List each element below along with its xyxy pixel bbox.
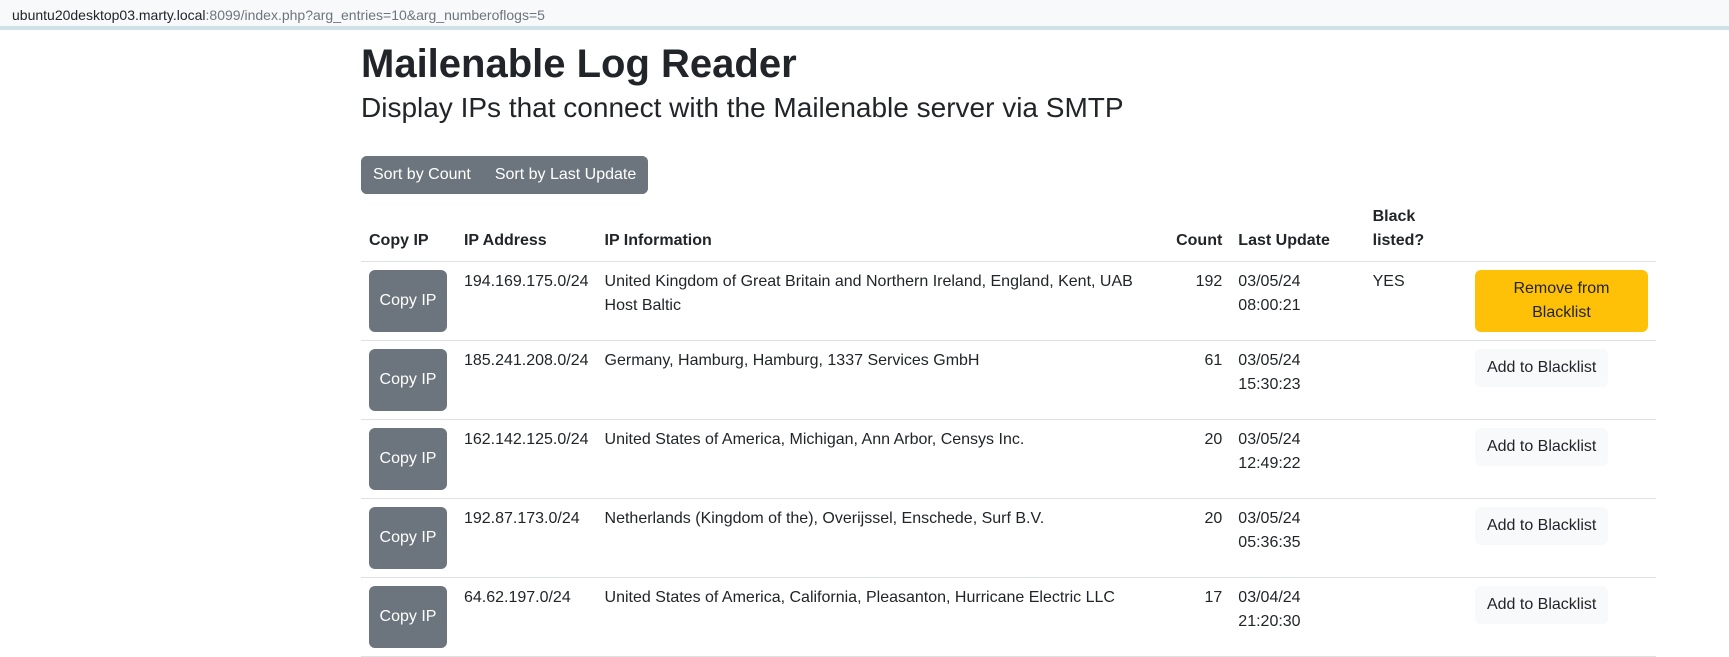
address-bar[interactable]: ubuntu20desktop03.marty.local:8099/index… (0, 0, 1729, 30)
copy-ip-button[interactable]: Copy IP (369, 270, 447, 332)
ip-address-cell: 185.241.208.0/24 (455, 340, 597, 420)
page-subtitle: Display IPs that connect with the Mailen… (361, 92, 1124, 123)
copy-ip-button[interactable]: Copy IP (369, 507, 447, 569)
count-cell: 20 (1147, 498, 1231, 578)
blacklisted-cell (1364, 498, 1467, 578)
blacklisted-cell (1364, 419, 1467, 499)
count-cell: 17 (1147, 577, 1231, 657)
header-blacklisted: Black listed? (1364, 197, 1467, 262)
table-row: Copy IP 185.241.208.0/24 Germany, Hambur… (361, 340, 1656, 420)
blacklisted-cell: YES (1364, 261, 1467, 341)
last-update-date: 03/05/24 (1238, 273, 1301, 290)
last-update-time: 21:20:30 (1238, 613, 1301, 630)
ip-address-cell: 194.169.175.0/24 (455, 261, 597, 341)
header-copy-ip: Copy IP (361, 197, 456, 262)
add-to-blacklist-button[interactable]: Add to Blacklist (1474, 428, 1609, 466)
last-update-time: 15:30:23 (1238, 376, 1301, 393)
add-to-blacklist-button[interactable]: Add to Blacklist (1474, 586, 1609, 624)
ip-information-cell: United States of America, California, Pl… (596, 577, 1148, 657)
last-update-cell: 03/05/24 12:49:22 (1230, 419, 1365, 499)
ip-log-table: Copy IP IP Address IP Information Count … (361, 197, 1656, 657)
last-update-date: 03/04/24 (1238, 589, 1301, 606)
url-host: ubuntu20desktop03.marty.local (12, 7, 206, 23)
last-update-cell: 03/05/24 15:30:23 (1230, 340, 1365, 420)
last-update-cell: 03/05/24 05:36:35 (1230, 498, 1365, 578)
sort-button-group: Sort by Count Sort by Last Update (361, 156, 649, 194)
copy-ip-button[interactable]: Copy IP (369, 428, 447, 490)
remove-from-blacklist-button[interactable]: Remove from Blacklist (1474, 270, 1648, 332)
last-update-date: 03/05/24 (1238, 352, 1301, 369)
copy-ip-button[interactable]: Copy IP (369, 349, 447, 411)
last-update-date: 03/05/24 (1238, 431, 1301, 448)
count-cell: 192 (1147, 261, 1231, 341)
ip-information-cell: United Kingdom of Great Britain and Nort… (596, 261, 1148, 341)
header-last-update: Last Update (1230, 197, 1365, 262)
count-cell: 20 (1147, 419, 1231, 499)
header-count: Count (1147, 197, 1231, 262)
header-ip-address: IP Address (455, 197, 597, 262)
blacklisted-cell (1364, 340, 1467, 420)
ip-information-cell: Germany, Hamburg, Hamburg, 1337 Services… (596, 340, 1148, 420)
sort-by-last-update-button[interactable]: Sort by Last Update (482, 156, 649, 194)
ip-address-cell: 192.87.173.0/24 (455, 498, 597, 578)
count-cell: 61 (1147, 340, 1231, 420)
table-header-row: Copy IP IP Address IP Information Count … (361, 197, 1656, 262)
ip-address-cell: 64.62.197.0/24 (455, 577, 597, 657)
last-update-cell: 03/04/24 21:20:30 (1230, 577, 1365, 657)
ip-address-cell: 162.142.125.0/24 (455, 419, 597, 499)
last-update-time: 12:49:22 (1238, 455, 1301, 472)
page-title: Mailenable Log Reader (361, 42, 797, 86)
last-update-cell: 03/05/24 08:00:21 (1230, 261, 1365, 341)
last-update-date: 03/05/24 (1238, 510, 1301, 527)
add-to-blacklist-button[interactable]: Add to Blacklist (1474, 507, 1609, 545)
table-row: Copy IP 192.87.173.0/24 Netherlands (Kin… (361, 498, 1656, 578)
last-update-time: 08:00:21 (1238, 297, 1301, 314)
header-ip-information: IP Information (596, 197, 1148, 262)
table-row: Copy IP 64.62.197.0/24 United States of … (361, 577, 1656, 657)
url-path: :8099/index.php?arg_entries=10&arg_numbe… (205, 7, 545, 23)
blacklisted-cell (1364, 577, 1467, 657)
copy-ip-button[interactable]: Copy IP (369, 586, 447, 648)
ip-information-cell: Netherlands (Kingdom of the), Overijssel… (596, 498, 1148, 578)
table-row: Copy IP 162.142.125.0/24 United States o… (361, 419, 1656, 499)
add-to-blacklist-button[interactable]: Add to Blacklist (1474, 349, 1609, 387)
ip-information-cell: United States of America, Michigan, Ann … (596, 419, 1148, 499)
sort-by-count-button[interactable]: Sort by Count (361, 156, 483, 194)
last-update-time: 05:36:35 (1238, 534, 1301, 551)
header-action (1466, 197, 1656, 262)
table-row: Copy IP 194.169.175.0/24 United Kingdom … (361, 261, 1656, 341)
